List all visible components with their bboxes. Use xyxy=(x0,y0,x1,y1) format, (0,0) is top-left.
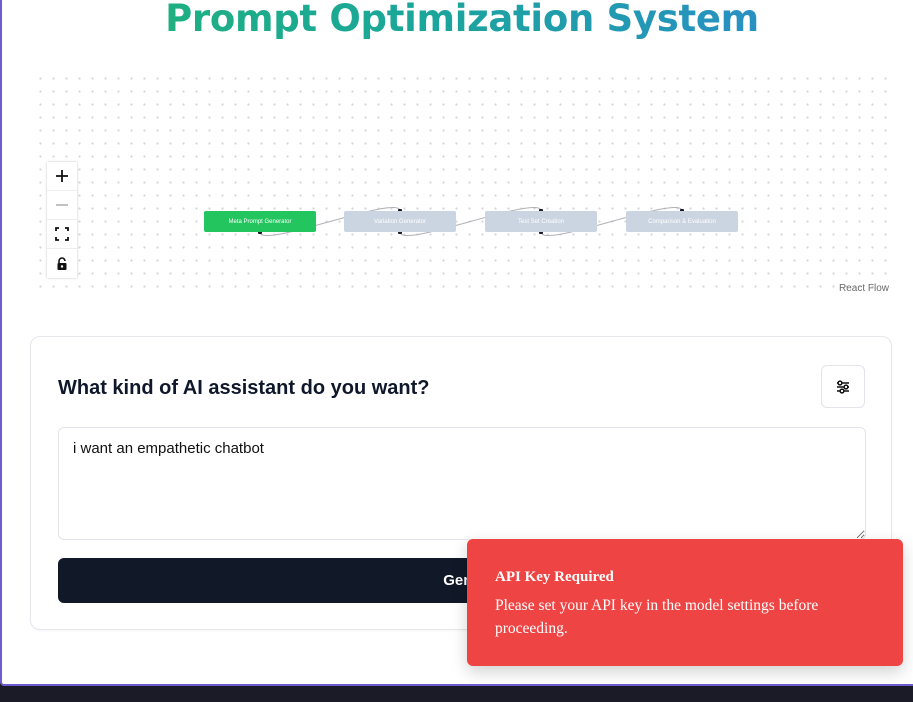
plus-icon xyxy=(56,170,68,182)
fit-view-button[interactable] xyxy=(47,220,77,249)
api-key-toast[interactable]: API Key Required Please set your API key… xyxy=(467,539,903,666)
zoom-out-button[interactable] xyxy=(47,191,77,220)
flow-controls xyxy=(47,162,77,278)
assistant-description-input[interactable]: i want an empathetic chatbot xyxy=(58,427,866,540)
toggle-interactivity-button[interactable] xyxy=(47,249,77,278)
page-title: Prompt Optimization System xyxy=(2,0,913,44)
flow-node-test-set-creation[interactable]: Test Set Creation xyxy=(485,211,597,232)
unlock-icon xyxy=(57,256,67,270)
model-settings-button[interactable] xyxy=(821,365,865,408)
toast-title: API Key Required xyxy=(495,569,614,585)
toast-description: Please set your API key in the model set… xyxy=(495,597,819,637)
form-heading: What kind of AI assistant do you want? xyxy=(58,377,430,399)
flow-node-comparison-evaluation[interactable]: Comparison & Evaluation xyxy=(626,211,738,232)
flow-canvas[interactable] xyxy=(30,68,894,296)
zoom-in-button[interactable] xyxy=(47,162,77,191)
flow-node-variation-generator[interactable]: Variation Generator xyxy=(344,211,456,232)
app-window: Prompt Optimization System Meta Prompt G… xyxy=(0,0,913,686)
flow-node-meta-prompt-generator[interactable]: Meta Prompt Generator xyxy=(204,211,316,232)
minus-icon xyxy=(56,204,68,206)
react-flow-attribution[interactable]: React Flow xyxy=(839,283,889,294)
fit-view-icon xyxy=(55,227,69,241)
sliders-icon xyxy=(837,379,849,394)
